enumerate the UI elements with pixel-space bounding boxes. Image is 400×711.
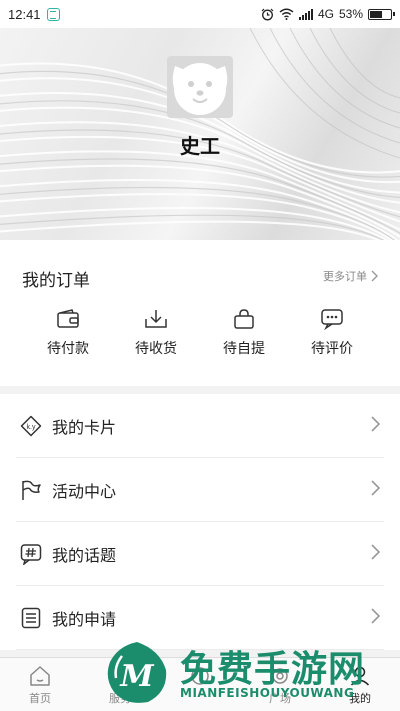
svg-text:k.y: k.y xyxy=(27,424,36,431)
orders-section: 我的订单 更多订单 待付款 待收货 待自提 待评价 xyxy=(0,240,400,386)
profile-header: 史工 xyxy=(0,28,400,240)
watermark-logo: M xyxy=(107,642,167,703)
order-pending-payment[interactable]: 待付款 xyxy=(28,308,108,358)
battery-percent: 53% xyxy=(338,7,363,21)
flag-icon xyxy=(22,480,41,500)
chevron-right-icon xyxy=(371,416,380,432)
chevron-right-icon xyxy=(371,608,380,624)
orders-title: 我的订单 xyxy=(22,271,90,290)
chevron-right-icon xyxy=(371,544,380,560)
status-left: 12:41 xyxy=(8,7,60,22)
wallet-icon xyxy=(57,309,79,328)
card-tag-icon: k.y xyxy=(20,415,42,436)
menu-item-my-cards[interactable]: k.y 我的卡片 xyxy=(16,394,384,458)
more-orders-link[interactable]: 更多订单 xyxy=(323,268,378,284)
status-right: 4G 53% xyxy=(261,7,395,21)
alarm-icon xyxy=(261,8,274,20)
network-type: 4G xyxy=(317,7,334,21)
menu-item-my-topics[interactable]: 我的话题 xyxy=(16,522,384,586)
order-label: 待自提 xyxy=(223,340,265,356)
download-tray-icon xyxy=(145,310,167,328)
watermark-logo-letter: M xyxy=(119,659,154,694)
status-bar: 12:41 4G 53% xyxy=(0,0,400,28)
user-name: 史工 xyxy=(180,136,220,158)
wifi-icon xyxy=(279,8,294,20)
dog-face-icon xyxy=(172,63,228,115)
nav-label: 首页 xyxy=(29,693,51,705)
order-pending-pickup[interactable]: 待自提 xyxy=(204,308,284,358)
more-orders-label: 更多订单 xyxy=(323,271,367,283)
comment-icon xyxy=(321,309,343,330)
battery-icon xyxy=(368,8,395,20)
menu-list: k.y 我的卡片 活动中心 我的话题 我的申请 xyxy=(0,394,400,650)
avatar[interactable] xyxy=(167,56,233,118)
signal-icon xyxy=(298,8,313,20)
order-label: 待收货 xyxy=(135,340,177,356)
document-list-icon xyxy=(21,607,41,628)
order-pending-receipt[interactable]: 待收货 xyxy=(116,308,196,358)
menu-item-label: 我的卡片 xyxy=(52,419,117,437)
order-label: 待评价 xyxy=(311,340,353,356)
hashtag-bubble-icon xyxy=(20,543,42,565)
app-notification-icon xyxy=(46,7,60,21)
menu-item-label: 我的话题 xyxy=(52,547,117,565)
shopping-bag-icon xyxy=(234,309,254,329)
watermark-title: 免费手游网 xyxy=(180,649,366,690)
chevron-right-icon xyxy=(371,480,380,496)
menu-item-label: 我的申请 xyxy=(52,611,117,629)
order-label: 待付款 xyxy=(47,340,89,356)
menu-item-label: 活动中心 xyxy=(52,483,117,501)
home-icon xyxy=(30,666,50,686)
status-time: 12:41 xyxy=(8,6,41,22)
order-pending-review[interactable]: 待评价 xyxy=(292,308,372,358)
chevron-right-icon xyxy=(371,270,378,282)
nav-home[interactable]: 首页 xyxy=(0,664,80,706)
menu-item-activity-center[interactable]: 活动中心 xyxy=(16,458,384,522)
site-watermark: M 免费手游网 MIANFEISHOUYOUWANG xyxy=(100,636,400,711)
battery-fill xyxy=(370,10,382,18)
watermark-subtitle: MIANFEISHOUYOUWANG xyxy=(180,686,355,700)
